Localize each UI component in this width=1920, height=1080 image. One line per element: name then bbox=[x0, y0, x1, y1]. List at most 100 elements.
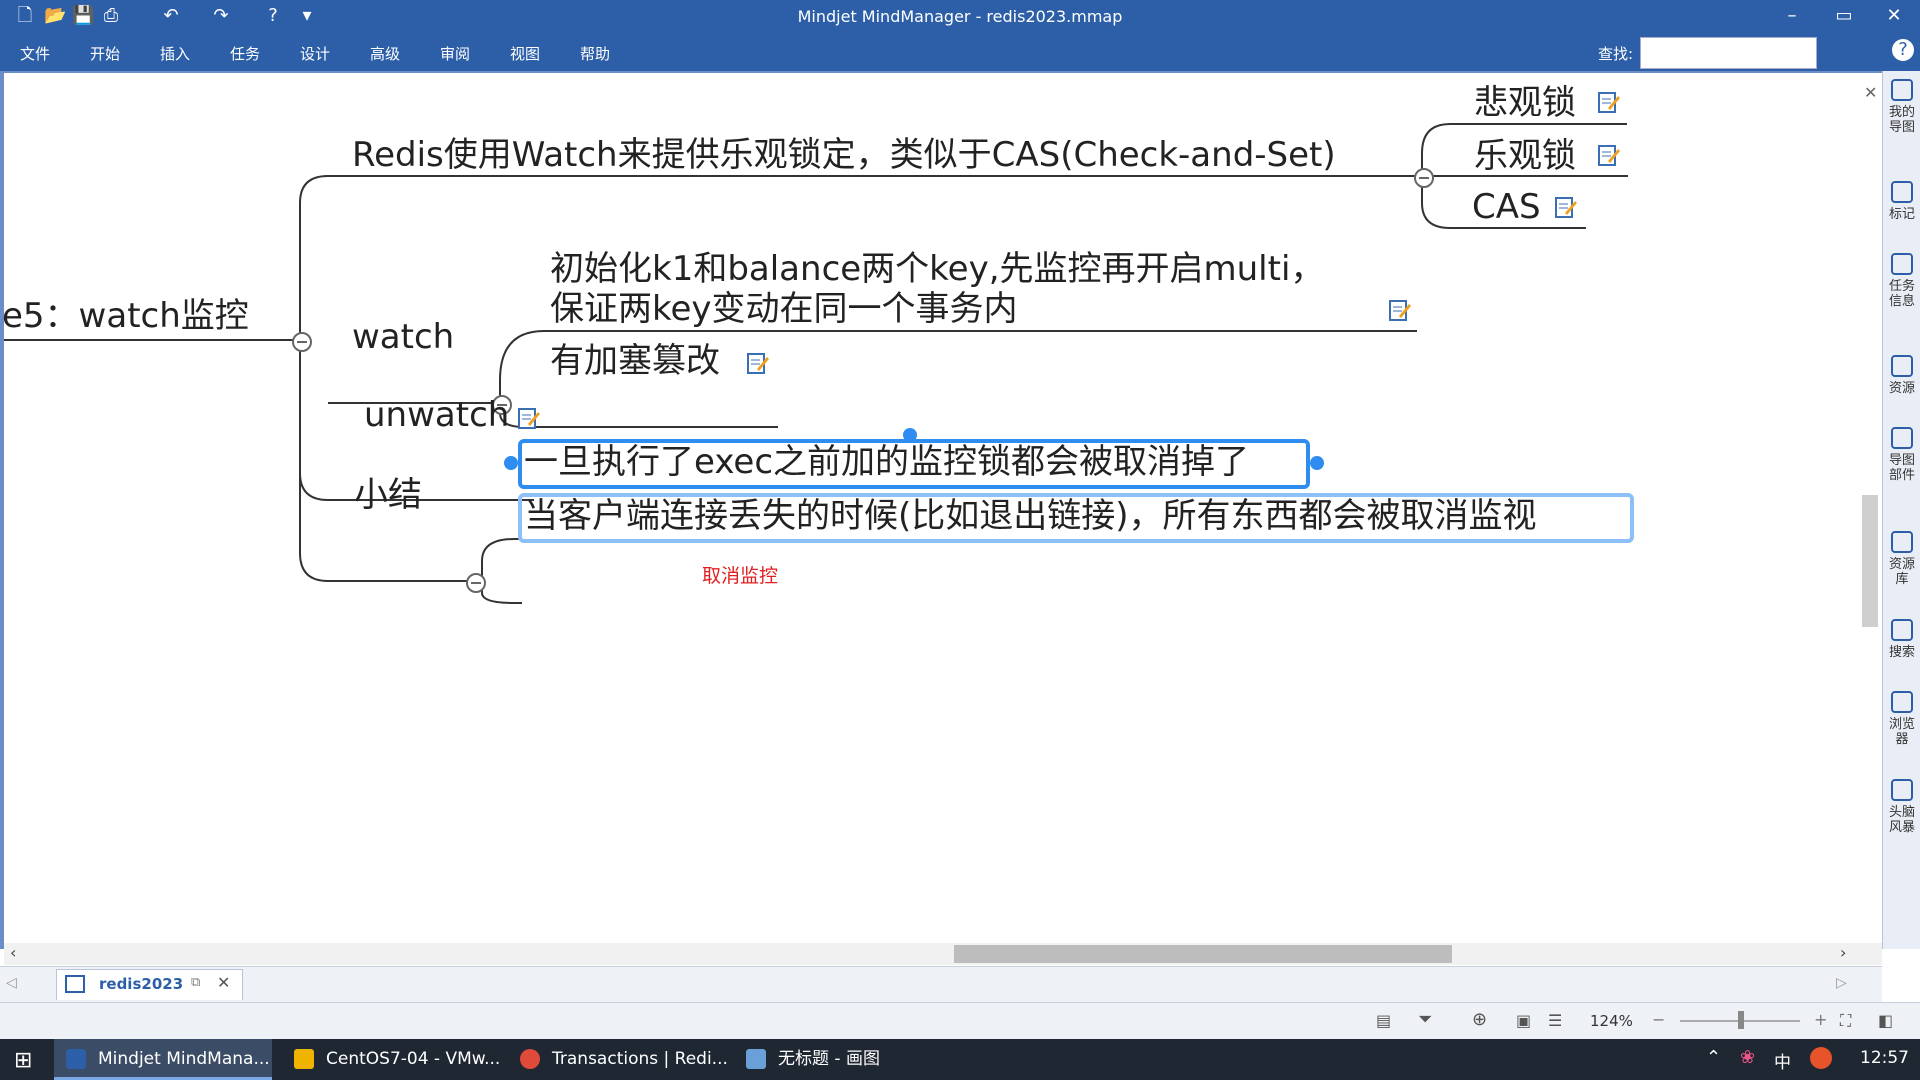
fit-map-icon[interactable]: ⛶ bbox=[1840, 1011, 1851, 1031]
panel-my-maps[interactable]: 我的导图 bbox=[1887, 79, 1917, 135]
float-tab-icon[interactable]: ⧉ bbox=[191, 975, 200, 990]
page-icon[interactable]: ▤ bbox=[1376, 1011, 1391, 1030]
panel-browser[interactable]: 浏览器 bbox=[1887, 691, 1917, 747]
close-button[interactable]: ✕ bbox=[1872, 2, 1916, 30]
view-options-icon[interactable]: ◧ bbox=[1878, 1011, 1893, 1030]
taskbar-chrome[interactable]: Transactions | Redi... bbox=[508, 1039, 730, 1080]
clock: 12:57 bbox=[1860, 1048, 1909, 1068]
minimize-button[interactable]: – bbox=[1770, 2, 1814, 30]
zoom-slider-handle[interactable] bbox=[1738, 1011, 1744, 1029]
window-title: Mindjet MindManager - redis2023.mmap bbox=[797, 7, 1123, 26]
note-icon[interactable] bbox=[517, 406, 541, 430]
lightbulb-icon bbox=[1891, 779, 1913, 801]
annotation-cancel-monitor: 取消监控 bbox=[702, 565, 779, 587]
menu-view[interactable]: 视图 bbox=[510, 43, 540, 64]
menu-design[interactable]: 设计 bbox=[300, 43, 330, 64]
topic-cas[interactable]: CAS bbox=[1472, 187, 1541, 227]
menu-task[interactable]: 任务 bbox=[230, 43, 260, 64]
collapse-central-icon[interactable] bbox=[292, 332, 312, 352]
outline-view-icon[interactable]: ☰ bbox=[1548, 1011, 1562, 1030]
vmware-app-icon bbox=[294, 1049, 314, 1069]
zoom-in-icon[interactable]: + bbox=[1814, 1010, 1827, 1029]
horizontal-scrollbar[interactable]: ‹ › bbox=[4, 943, 1882, 965]
resize-handle-icon[interactable] bbox=[903, 428, 917, 442]
mindmanager-app-icon bbox=[66, 1049, 86, 1069]
topic-summary[interactable]: 小结 bbox=[354, 475, 422, 515]
title-bar: 🗋 📂 💾 ⎙ ↶ ↷ ? ▾ Mindjet MindManager - re… bbox=[0, 0, 1920, 33]
resize-handle-icon[interactable] bbox=[1310, 456, 1324, 470]
panel-task-info[interactable]: 任务信息 bbox=[1887, 253, 1917, 309]
menu-help[interactable]: 帮助 bbox=[580, 43, 610, 64]
maximize-button[interactable]: ▭ bbox=[1822, 2, 1866, 30]
library-icon bbox=[1891, 531, 1913, 553]
person-icon bbox=[1891, 355, 1913, 377]
mindmap-doc-icon bbox=[65, 975, 85, 993]
menu-review[interactable]: 审阅 bbox=[440, 43, 470, 64]
panel-map-parts[interactable]: 导图部件 bbox=[1887, 427, 1917, 483]
topic-summary-disconnect[interactable]: 当客户端连接丢失的时候(比如退出链接)，所有东西都会被取消监视 bbox=[524, 496, 1537, 536]
note-icon[interactable] bbox=[1554, 195, 1578, 219]
taskbar-mindmanager[interactable]: Mindjet MindMana... bbox=[54, 1039, 272, 1080]
topic-unwatch[interactable]: unwatch bbox=[364, 395, 509, 435]
scroll-left-icon[interactable]: ‹ bbox=[10, 943, 16, 962]
menu-bar: 文件 开始 插入 任务 设计 高级 审阅 视图 帮助 查找: ? bbox=[0, 33, 1920, 71]
tray-chevron-icon[interactable]: ⌃ bbox=[1706, 1047, 1721, 1068]
tab-label: redis2023 bbox=[99, 975, 184, 993]
paint-app-icon bbox=[746, 1049, 766, 1069]
panel-search[interactable]: 搜索 bbox=[1887, 619, 1917, 660]
ime-indicator[interactable]: 中 bbox=[1774, 1048, 1791, 1073]
resize-handle-icon[interactable] bbox=[504, 456, 518, 470]
menu-file[interactable]: 文件 bbox=[20, 43, 50, 64]
search-label: 查找: bbox=[1598, 45, 1634, 63]
note-icon[interactable] bbox=[1597, 143, 1621, 167]
panel-brainstorm[interactable]: 头脑风暴 bbox=[1887, 779, 1917, 835]
topic-optimistic-lock[interactable]: 乐观锁 bbox=[1474, 136, 1576, 176]
topic-summary-exec[interactable]: 一旦执行了exec之前加的监控锁都会被取消掉了 bbox=[524, 442, 1249, 482]
chrome-app-icon bbox=[520, 1049, 540, 1069]
horizontal-scrollbar-thumb[interactable] bbox=[954, 945, 1452, 963]
filter-icon[interactable]: ⏷ bbox=[1418, 1009, 1432, 1030]
topic-tamper[interactable]: 有加塞篡改 bbox=[550, 341, 720, 381]
right-task-panel: 我的导图 标记 任务信息 资源 导图部件 资源库 搜索 浏览器 头脑风暴 bbox=[1882, 71, 1920, 949]
tray-app-icon[interactable]: ❀ bbox=[1740, 1047, 1755, 1068]
taskbar-paint[interactable]: 无标题 - 画图 bbox=[734, 1039, 950, 1080]
search-input[interactable] bbox=[1640, 37, 1817, 69]
collapse-summary-icon[interactable] bbox=[466, 573, 486, 593]
panel-library[interactable]: 资源库 bbox=[1887, 531, 1917, 587]
help-icon[interactable]: ? bbox=[1892, 39, 1914, 61]
topic-pessimistic-lock[interactable]: 悲观锁 bbox=[1474, 83, 1576, 123]
vertical-scrollbar-thumb[interactable] bbox=[1862, 495, 1878, 627]
windows-taskbar: ⊞ Mindjet MindMana... CentOS7-04 - VMw..… bbox=[0, 1039, 1920, 1080]
menu-insert[interactable]: 插入 bbox=[160, 43, 190, 64]
topic-watch-init-line1[interactable]: 初始化k1和balance两个key,先监控再开启multi， bbox=[550, 249, 1324, 289]
close-pane-icon[interactable]: ✕ bbox=[1864, 83, 1877, 102]
note-icon[interactable] bbox=[746, 351, 770, 375]
panel-markers[interactable]: 标记 bbox=[1887, 181, 1917, 222]
zoom-out-icon[interactable]: − bbox=[1652, 1010, 1665, 1029]
layout-icon[interactable]: ⊕ bbox=[1472, 1009, 1487, 1030]
topic-watch[interactable]: watch bbox=[352, 317, 454, 357]
browser-icon bbox=[1891, 691, 1913, 713]
central-topic[interactable]: e5：watch监控 bbox=[2, 296, 249, 336]
search-icon bbox=[1891, 619, 1913, 641]
tab-redis2023[interactable]: redis2023 ⧉ ✕ bbox=[56, 969, 243, 1000]
note-icon[interactable] bbox=[1597, 90, 1621, 114]
menu-home[interactable]: 开始 bbox=[90, 43, 120, 64]
sogou-ime-icon[interactable] bbox=[1810, 1047, 1832, 1069]
taskbar-vmware[interactable]: CentOS7-04 - VMw... bbox=[282, 1039, 504, 1080]
menu-advanced[interactable]: 高级 bbox=[370, 43, 400, 64]
status-bar: ▤ ⏷ ⊕ ▣ ☰ 124% − + ⛶ ◧ bbox=[0, 1002, 1920, 1040]
collapse-redis-watch-icon[interactable] bbox=[1414, 168, 1434, 188]
panel-resources[interactable]: 资源 bbox=[1887, 355, 1917, 396]
map-canvas[interactable]: e5：watch监控 Redis使用Watch来提供乐观锁定，类似于CAS(Ch… bbox=[0, 71, 1882, 949]
map-icon bbox=[1891, 79, 1913, 101]
topic-watch-init-line2[interactable]: 保证两key变动在同一个事务内 bbox=[550, 289, 1018, 329]
scroll-right-icon[interactable]: › bbox=[1840, 943, 1846, 962]
tab-scroll-left-icon[interactable]: ◁ bbox=[6, 975, 17, 991]
map-view-icon[interactable]: ▣ bbox=[1516, 1011, 1531, 1030]
close-tab-icon[interactable]: ✕ bbox=[217, 973, 230, 992]
topic-redis-watch[interactable]: Redis使用Watch来提供乐观锁定，类似于CAS(Check-and-Set… bbox=[352, 135, 1336, 175]
note-icon[interactable] bbox=[1388, 298, 1412, 322]
windows-start-icon[interactable]: ⊞ bbox=[14, 1048, 32, 1073]
tab-scroll-right-icon[interactable]: ▷ bbox=[1836, 975, 1847, 991]
